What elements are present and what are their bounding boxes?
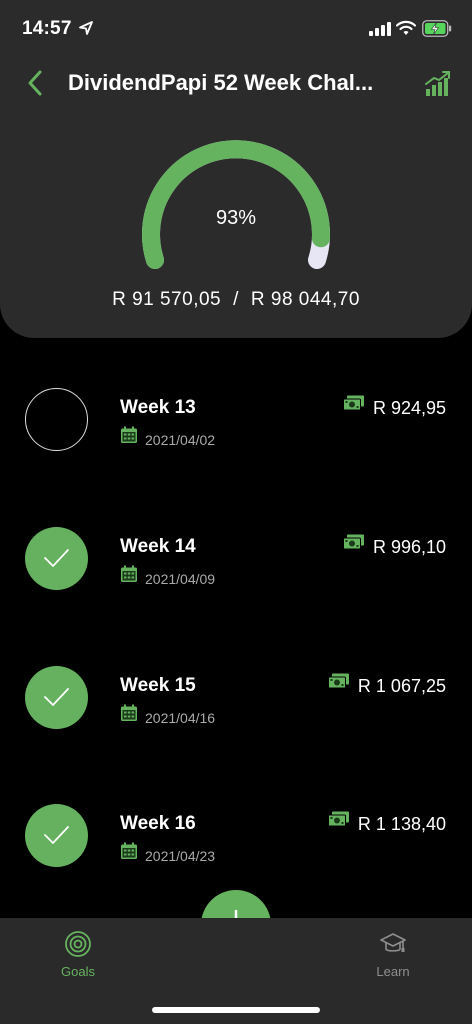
week-checkbox[interactable] [25, 804, 88, 867]
cellular-signal-icon [369, 22, 391, 36]
battery-charging-icon [422, 20, 452, 37]
calendar-icon [121, 704, 137, 721]
week-amount: R 1 138,40 [357, 814, 446, 834]
week-label: Week 15 [120, 675, 196, 696]
tab-learn[interactable]: Learn [333, 918, 453, 998]
status-bar: 14:57 [0, 0, 472, 60]
progress-gauge [142, 140, 330, 269]
week-row[interactable]: Week 16 2021/04/23 R 1 138,40 [0, 774, 472, 874]
week-date: 2021/04/16 [145, 710, 216, 726]
week-checkbox[interactable] [25, 527, 88, 590]
week-checkbox[interactable] [25, 388, 88, 451]
checkmark-icon [44, 688, 69, 706]
saved-amount: R 91 570,05 [112, 289, 222, 310]
week-date: 2021/04/09 [145, 571, 216, 587]
checkmark-icon [44, 826, 69, 844]
week-label: Week 16 [120, 813, 196, 834]
week-label: Week 13 [120, 397, 196, 418]
target-icon [65, 931, 91, 957]
page-title: DividendPapi 52 Week Chal... [68, 70, 374, 95]
progress-percent: 93% [215, 207, 257, 229]
amount-separator: / [233, 289, 239, 310]
growth-chart-icon[interactable] [424, 70, 452, 98]
calendar-icon [121, 565, 137, 582]
week-amount: R 996,10 [372, 537, 446, 557]
status-time: 14:57 [22, 18, 72, 39]
back-button[interactable] [22, 66, 48, 100]
week-row[interactable]: Week 15 2021/04/16 R 1 067,25 [0, 636, 472, 736]
location-arrow-icon [79, 21, 93, 35]
tab-learn-label: Learn [376, 964, 410, 979]
week-amount: R 1 067,25 [357, 676, 446, 696]
money-icon [342, 395, 364, 411]
wifi-icon [396, 20, 416, 35]
tab-goals-label: Goals [61, 964, 95, 979]
week-row[interactable]: Week 14 2021/04/09 R 996,10 [0, 497, 472, 597]
money-icon [342, 534, 364, 550]
tab-goals[interactable]: Goals [18, 918, 138, 998]
week-date: 2021/04/02 [145, 432, 216, 448]
week-label: Week 14 [120, 536, 196, 557]
calendar-icon [121, 426, 137, 443]
progress-amounts: R 91 570,05 / R 98 044,70 [0, 289, 472, 311]
home-indicator [152, 1007, 320, 1013]
money-icon [327, 673, 349, 689]
graduation-cap-icon [380, 933, 406, 952]
goal-header-card: 14:57 DividendPapi 52 Week Chal... 93% R… [0, 0, 472, 338]
progress-gauge-fill [142, 140, 330, 269]
target-amount: R 98 044,70 [250, 289, 360, 310]
week-row[interactable]: Week 13 2021/04/02 R 924,95 [0, 358, 472, 458]
money-icon [327, 811, 349, 827]
week-amount: R 924,95 [372, 398, 446, 418]
checkmark-icon [44, 549, 69, 567]
calendar-icon [121, 842, 137, 859]
week-checkbox[interactable] [25, 666, 88, 729]
week-date: 2021/04/23 [145, 848, 216, 864]
